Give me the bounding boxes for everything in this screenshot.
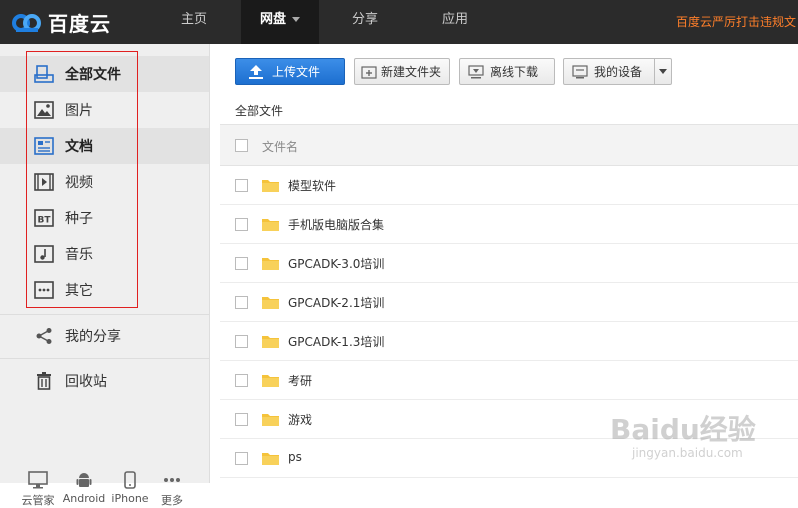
sidebar-divider: [0, 358, 209, 359]
file-name[interactable]: ps: [288, 450, 302, 464]
sidebar-item-other[interactable]: 其它: [0, 272, 209, 308]
device-android[interactable]: Android: [59, 470, 109, 505]
breadcrumb[interactable]: 全部文件: [235, 102, 283, 119]
chevron-down-icon: [292, 17, 300, 22]
file-name[interactable]: GPCADK-1.3培训: [288, 333, 384, 350]
nav-home[interactable]: 主页: [165, 0, 223, 44]
device-icon: [572, 64, 588, 80]
row-checkbox[interactable]: [235, 335, 248, 348]
nav-share[interactable]: 分享: [336, 0, 394, 44]
sidebar: 全部文件 图片 文档 视频 BT 种子 音乐 其它 我的分享 回收站 云管家 A…: [0, 44, 210, 507]
svg-text:BT: BT: [38, 216, 52, 226]
my-devices-button[interactable]: 我的设备: [563, 58, 672, 85]
folder-icon: [262, 453, 279, 465]
folder-icon: [262, 336, 279, 348]
top-bar: 百度云 主页 网盘 分享 应用 百度云严厉打击违规文: [0, 0, 798, 44]
image-icon: [33, 100, 55, 120]
file-name[interactable]: 模型软件: [288, 177, 336, 194]
nav-netdisk[interactable]: 网盘: [241, 0, 319, 44]
file-name[interactable]: GPCADK-2.1培训: [288, 294, 384, 311]
select-all-checkbox[interactable]: [235, 139, 248, 152]
more-dots-icon: [33, 280, 55, 300]
sidebar-item-torrents[interactable]: BT 种子: [0, 200, 209, 236]
sidebar-item-recycle-bin[interactable]: 回收站: [0, 363, 209, 399]
folder-icon: [262, 375, 279, 387]
folder-icon: [262, 219, 279, 231]
document-icon: [33, 136, 55, 156]
trash-icon: [33, 371, 55, 391]
ellipsis-icon: [147, 470, 197, 490]
sidebar-item-videos[interactable]: 视频: [0, 164, 209, 200]
chevron-down-icon: [659, 69, 667, 74]
file-name[interactable]: 考研: [288, 372, 312, 389]
music-icon: [33, 244, 55, 264]
file-list-header: 文件名: [220, 124, 798, 166]
new-folder-icon: [361, 64, 377, 80]
sidebar-item-documents[interactable]: 文档: [0, 128, 209, 164]
table-row[interactable]: 考研: [220, 361, 798, 400]
cloud-logo-icon: [12, 14, 41, 32]
upload-button[interactable]: 上传文件: [235, 58, 345, 85]
brand-name: 百度云: [48, 11, 111, 36]
device-cloud-manager[interactable]: 云管家: [13, 470, 63, 508]
sidebar-item-all-files[interactable]: 全部文件: [0, 56, 209, 92]
share-icon: [33, 326, 55, 346]
table-row[interactable]: 手机版电脑版合集: [220, 205, 798, 244]
sidebar-item-images[interactable]: 图片: [0, 92, 209, 128]
row-checkbox[interactable]: [235, 452, 248, 465]
baidu-cloud-logo[interactable]: 百度云: [10, 8, 111, 36]
row-checkbox[interactable]: [235, 179, 248, 192]
table-row[interactable]: GPCADK-1.3培训: [220, 322, 798, 361]
file-name[interactable]: 手机版电脑版合集: [288, 216, 384, 233]
file-name[interactable]: 游戏: [288, 411, 312, 428]
column-filename[interactable]: 文件名: [262, 138, 298, 155]
folder-icon: [262, 414, 279, 426]
sidebar-item-my-share[interactable]: 我的分享: [0, 318, 209, 354]
row-checkbox[interactable]: [235, 413, 248, 426]
nav-apps[interactable]: 应用: [426, 0, 484, 44]
upload-icon: [248, 64, 264, 80]
row-checkbox[interactable]: [235, 374, 248, 387]
new-folder-button[interactable]: 新建文件夹: [354, 58, 450, 85]
offline-download-button[interactable]: 离线下载: [459, 58, 555, 85]
video-icon: [33, 172, 55, 192]
bt-icon: BT: [33, 208, 55, 228]
watermark-url: jingyan.baidu.com: [632, 446, 743, 460]
row-checkbox[interactable]: [235, 296, 248, 309]
download-icon: [468, 64, 484, 80]
row-checkbox[interactable]: [235, 257, 248, 270]
sidebar-item-music[interactable]: 音乐: [0, 236, 209, 272]
folder-icon: [262, 180, 279, 192]
table-row[interactable]: 模型软件: [220, 166, 798, 205]
folder-icon: [262, 297, 279, 309]
watermark: Baidu经验: [610, 413, 756, 446]
all-files-icon: [33, 64, 55, 84]
dropdown-caret[interactable]: [654, 59, 671, 84]
table-row[interactable]: GPCADK-2.1培训: [220, 283, 798, 322]
device-more[interactable]: 更多: [147, 470, 197, 508]
file-name[interactable]: GPCADK-3.0培训: [288, 255, 384, 272]
sidebar-divider: [0, 314, 209, 315]
monitor-icon: [13, 470, 63, 490]
table-row[interactable]: GPCADK-3.0培训: [220, 244, 798, 283]
row-checkbox[interactable]: [235, 218, 248, 231]
notice-link[interactable]: 百度云严厉打击违规文: [676, 0, 796, 44]
android-icon: [59, 470, 109, 490]
folder-icon: [262, 258, 279, 270]
